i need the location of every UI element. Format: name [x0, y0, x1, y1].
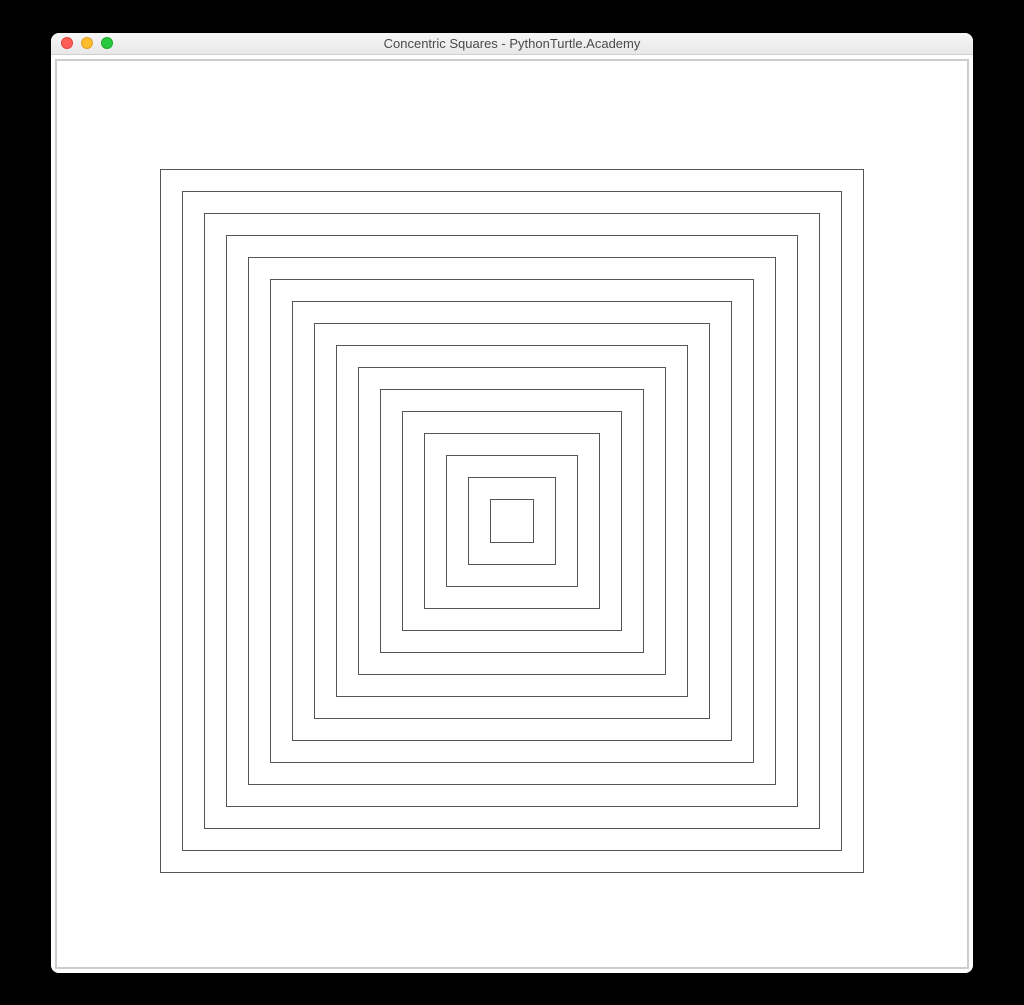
window-title: Concentric Squares - PythonTurtle.Academ…: [51, 36, 973, 51]
minimize-button[interactable]: [81, 37, 93, 49]
maximize-button[interactable]: [101, 37, 113, 49]
traffic-lights: [51, 37, 113, 49]
app-window: Concentric Squares - PythonTurtle.Academ…: [51, 33, 973, 973]
canvas-wrap: [51, 55, 973, 973]
close-button[interactable]: [61, 37, 73, 49]
drawing-canvas: [55, 59, 969, 969]
titlebar[interactable]: Concentric Squares - PythonTurtle.Academ…: [51, 33, 973, 55]
concentric-square: [160, 169, 864, 873]
